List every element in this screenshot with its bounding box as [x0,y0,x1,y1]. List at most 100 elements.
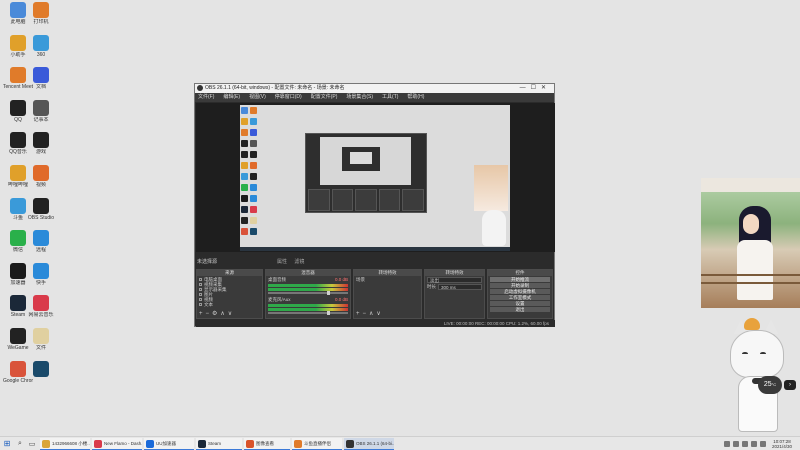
control-button[interactable]: 启动虚拟摄像机 [490,289,550,294]
taskbar-app[interactable]: UU加速器 [144,437,194,450]
obs-preview[interactable] [196,103,555,252]
properties-button[interactable]: 属性 [277,259,287,265]
desktop-icon[interactable]: 远程 [26,230,56,264]
control-button[interactable]: 开始录制 [490,283,550,288]
control-button[interactable]: 退出 [490,307,550,312]
menu-item[interactable]: 停靠窗口(D) [275,93,302,102]
preview-icon [250,206,257,213]
window-controls[interactable]: —☐✕ [520,84,551,93]
app-icon [10,99,26,116]
tray-icon[interactable] [750,440,757,447]
taskbar-app[interactable]: OBS 26.1.1 (64-bi... [344,437,394,450]
source-visibility-checkbox[interactable] [199,303,202,306]
preview-canvas [240,105,510,251]
tray-icon[interactable] [732,440,739,447]
desktop-icon[interactable]: 记事本 [26,99,56,134]
control-button[interactable]: 开始推流 [490,277,550,282]
taskbar-app-icon [94,439,102,448]
taskbar-app[interactable]: 图像查看 [244,437,290,450]
obs-status-bar: LIVE: 00:00:00 REC: 00:00:00 CPU: 1.2%, … [196,320,555,327]
preview-icon [250,173,257,180]
desktop-icon[interactable]: 快手 [26,262,56,297]
volume-slider[interactable] [268,311,348,315]
desktop-icon[interactable]: 文件 [26,328,56,362]
desktop-icon-label: 快手 [35,279,46,286]
menu-item[interactable]: 视图(V) [249,93,266,102]
controls-dock-title: 控件 [488,270,552,276]
menu-item[interactable]: 配置文件(P) [311,93,338,102]
source-visibility-checkbox[interactable] [199,293,202,296]
menu-item[interactable]: 文件(F) [198,93,214,102]
source-item[interactable]: 文本 [199,302,260,307]
desktop-icon-label: 网易云音乐 [28,312,54,319]
taskbar-app[interactable]: 斗鱼直播伴侣 [292,437,342,450]
source-visibility-checkbox[interactable] [199,298,202,301]
control-button[interactable]: 设置 [490,301,550,306]
source-visibility-checkbox[interactable] [199,288,202,291]
taskbar-app-label: UU加速器 [156,440,176,446]
desktop-icon[interactable] [26,360,56,395]
taskbar-app[interactable]: 1432966608 小楼... [40,437,90,450]
preview-icon [241,195,248,202]
taskbar-app-label: 图像查看 [256,440,274,446]
source-visibility-checkbox[interactable] [199,283,202,286]
scene-item[interactable]: 场景 [356,277,419,282]
preview-icon [250,129,257,136]
start-button[interactable]: ⊞ [0,437,14,450]
preview-icon [250,107,257,114]
app-icon [10,262,26,279]
desktop-icon[interactable]: 视频 [26,165,56,199]
obs-window[interactable]: OBS 26.1.1 (64-bit, windows) - 配置文件: 未命名… [194,83,555,327]
tray-icon[interactable] [741,440,748,447]
controls-buttons: 开始推流 开始录制 启动虚拟摄像机 工作室模式 设置 退出 [488,277,552,312]
taskbar-app[interactable]: New Flamo - Dash... [92,437,142,450]
desktop-icon[interactable]: 游戏 [26,132,56,166]
desktop-icon[interactable]: 文档 [26,67,56,101]
volume-slider-handle[interactable] [327,311,330,315]
preview-icon [241,129,248,136]
desktop-icon[interactable]: 打印机 [26,2,56,36]
sources-dock-toolbar[interactable]: +−⚙∧∨ [199,310,235,317]
taskbar-app-icon [294,439,302,448]
app-icon [33,67,49,84]
preview-icon [241,173,248,180]
obs-menu-bar: 文件(F) 编辑(E) 视图(V) 停靠窗口(D) 配置文件(P) 场景集合(S) 工具(T… [195,93,554,102]
temperature-unit: °C [771,382,777,387]
taskbar-app-label: 1432966608 小楼... [52,440,90,446]
app-icon [10,34,26,51]
source-visibility-checkbox[interactable] [199,278,202,281]
menu-item[interactable]: 工具(T) [382,93,398,102]
tray-icon[interactable] [723,440,730,447]
preview-icon [241,140,248,147]
filters-button[interactable]: 滤镜 [294,259,304,265]
volume-slider-handle[interactable] [327,291,330,295]
desktop-icon[interactable]: OBS Studio [26,197,56,232]
preview-icon [241,228,248,235]
app-icon [10,197,26,214]
obs-title-bar[interactable]: OBS 26.1.1 (64-bit, windows) - 配置文件: 未命名… [195,84,554,93]
mixer-channels: 桌面音频 0.0 dB 麦克风/Aux 0.0 dB [266,276,350,316]
taskbar-app[interactable]: Steam [196,437,242,450]
menu-item[interactable]: 帮助(H) [407,93,424,102]
menu-item[interactable]: 场景集合(S) [346,93,373,102]
search-icon[interactable]: ⌕ [14,438,26,450]
desktop-icon[interactable]: 网易云音乐 [26,295,56,329]
desktop-icon[interactable]: 360 [26,34,56,69]
preview-icon [241,118,248,125]
duration-input[interactable]: 300 ms [438,284,482,290]
mixer-channel: 桌面音频 0.0 dB [266,276,350,296]
tray-icon[interactable] [759,440,766,447]
volume-slider[interactable] [268,291,348,295]
clock[interactable]: 10:07:28 2021/4/30 [772,439,792,449]
control-button[interactable]: 工作室模式 [490,295,550,300]
scenes-dock-toolbar[interactable]: +−∧∨ [356,310,384,317]
temperature-widget[interactable]: 25°C [758,376,782,394]
transition-select[interactable]: 淡出 [427,277,482,283]
system-tray: 10:07:28 2021/4/30 [723,439,800,449]
taskbar: ⊞ ⌕ ▭ 1432966608 小楼... New Flamo - Dash..… [0,436,800,450]
menu-item[interactable]: 编辑(E) [223,93,240,102]
task-view-icon[interactable]: ▭ [26,438,38,450]
preview-icon [241,107,248,114]
desktop-icon-label: 远程 [35,247,46,254]
widget-arrow-button[interactable]: › [784,380,796,390]
